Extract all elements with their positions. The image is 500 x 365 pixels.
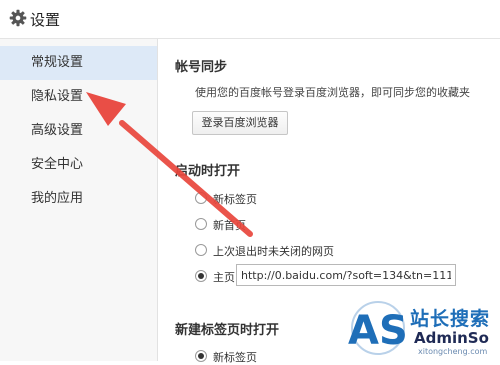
homepage-url-input[interactable] [236, 264, 456, 286]
startup-section-title: 启动时打开 [175, 164, 241, 179]
sidebar-item-security-center[interactable]: 安全中心 [0, 148, 157, 182]
newtab-section-title: 新建标签页时打开 [175, 323, 280, 338]
sidebar-item-privacy[interactable]: 隐私设置 [0, 80, 157, 114]
radio-button-checked[interactable] [195, 270, 207, 282]
radio-label: 新标签页 [213, 351, 257, 364]
sidebar-item-my-apps[interactable]: 我的应用 [0, 182, 157, 216]
radio-button[interactable] [195, 192, 207, 204]
radio-label: 上次退出时未关闭的网页 [213, 245, 334, 258]
radio-button[interactable] [195, 244, 207, 256]
watermark-logo: AS [348, 301, 408, 355]
sidebar-item-general[interactable]: 常规设置 [0, 46, 157, 80]
radio-label: 主页 [213, 271, 235, 284]
radio-label: 新标签页 [213, 193, 257, 206]
settings-header: 设置 [0, 0, 500, 39]
sidebar-item-advanced[interactable]: 高级设置 [0, 114, 157, 148]
page-title: 设置 [30, 11, 61, 29]
sync-section-title: 帐号同步 [175, 60, 228, 75]
gear-icon [9, 9, 27, 27]
radio-label: 新首页 [213, 219, 246, 232]
svg-text:AS: AS [348, 308, 408, 354]
watermark-url: xitongcheng.com [418, 347, 488, 356]
radio-button[interactable] [195, 218, 207, 230]
settings-sidebar: 常规设置 隐私设置 高级设置 安全中心 我的应用 [0, 39, 158, 361]
watermark-en-text: AdminSo [414, 329, 489, 347]
sync-description: 使用您的百度帐号登录百度浏览器，即可同步您的收藏夹 [195, 86, 470, 99]
watermark-cn-text: 站长搜索 [410, 308, 491, 330]
radio-button-checked[interactable] [195, 350, 207, 362]
login-browser-button[interactable]: 登录百度浏览器 [192, 111, 288, 135]
